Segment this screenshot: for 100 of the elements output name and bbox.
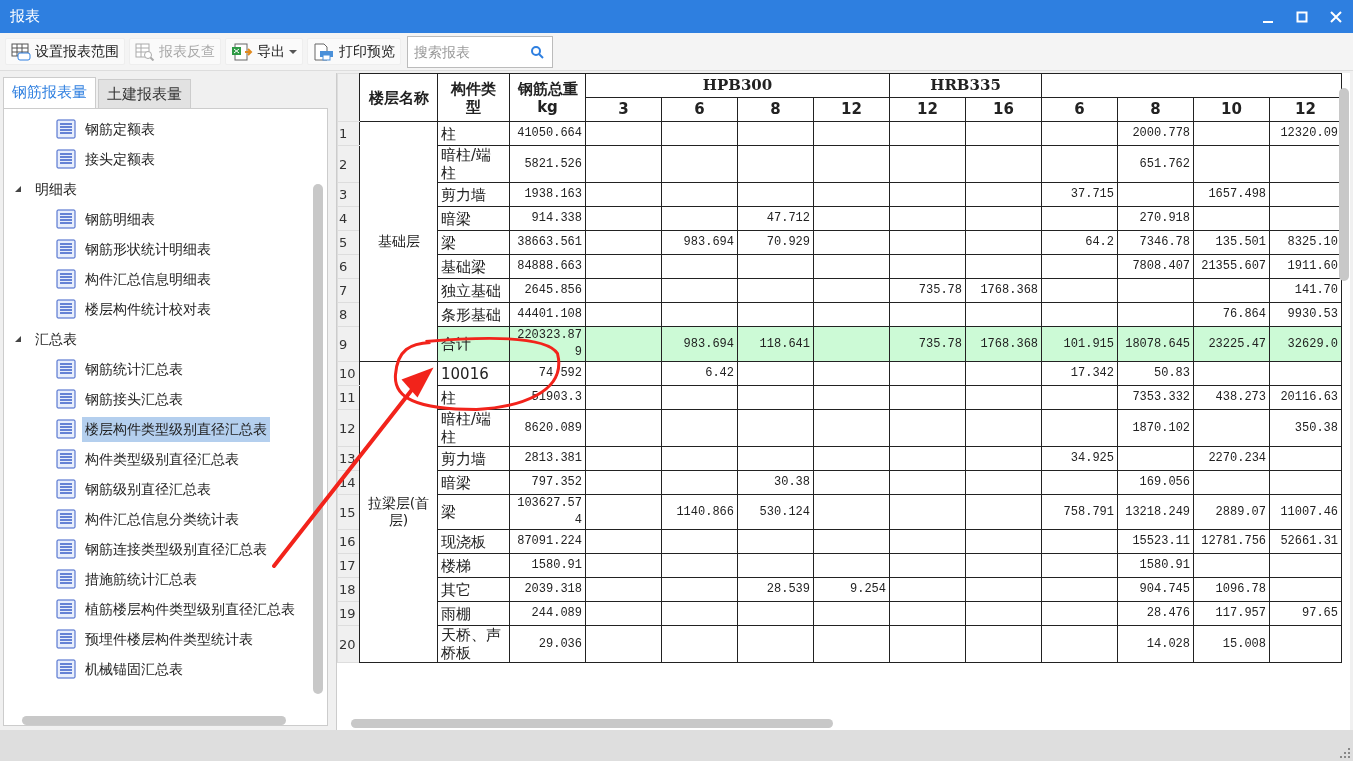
tab[interactable]: 土建报表量 [98, 78, 191, 108]
search-field[interactable]: 搜索报表 [407, 35, 553, 68]
table-cell: 暗柱/端柱 [437, 145, 510, 183]
table-cell: 2813.381 [509, 446, 586, 471]
tree-item[interactable]: 构件类型级别直径汇总表 [82, 446, 242, 472]
table-cell: 44401.108 [509, 302, 586, 327]
tree-item[interactable]: 预埋件楼层构件类型统计表 [82, 626, 256, 652]
row-number: 3 [337, 182, 360, 207]
tree-group-label[interactable]: 汇总表 [32, 326, 80, 352]
tree-item[interactable]: 机械锚固汇总表 [82, 656, 186, 682]
expanded-arrow-icon[interactable] [14, 185, 22, 193]
table-cell: 柱 [437, 385, 510, 410]
tree-item[interactable]: 钢筋接头汇总表 [82, 386, 186, 412]
toolbar-button[interactable]: 设置报表范围 [5, 38, 125, 65]
table-cell: 983.694 [661, 326, 738, 362]
table-cell: 6.42 [661, 361, 738, 386]
table-cell: 169.056 [1117, 470, 1194, 495]
table-cell: 117.957 [1193, 601, 1270, 626]
table-cell: 12781.756 [1193, 529, 1270, 554]
tree-item[interactable]: 钢筋形状统计明细表 [82, 236, 214, 262]
table-cell: 64.2 [1041, 230, 1118, 255]
table-cell: 135.501 [1193, 230, 1270, 255]
table-cell: 15.008 [1193, 625, 1270, 663]
row-number: 11 [337, 385, 360, 410]
tree-item[interactable]: 钢筋统计汇总表 [82, 356, 186, 382]
row-number: 16 [337, 529, 360, 554]
table-cell: 基础梁 [437, 254, 510, 279]
tab[interactable]: 钢筋报表量 [3, 77, 96, 108]
table-cell: 735.78 [889, 326, 966, 362]
tree-item[interactable]: 楼层构件类型级别直径汇总表 [82, 416, 270, 442]
row-number: 10 [337, 361, 360, 386]
vertical-scrollbar[interactable] [1339, 88, 1349, 281]
row-number: 17 [337, 553, 360, 578]
horizontal-scrollbar[interactable] [22, 716, 286, 725]
table-cell: 244.089 [509, 601, 586, 626]
row-number: 18 [337, 577, 360, 602]
table-cell: 41050.664 [509, 121, 586, 146]
window-title: 报表 [10, 6, 41, 28]
search-icon[interactable] [530, 44, 544, 59]
tree-item[interactable]: 钢筋级别直径汇总表 [82, 476, 214, 502]
column-header: 构件类型 [437, 73, 510, 122]
maximize-icon [1296, 10, 1308, 23]
column-header: 钢筋总重kg [509, 73, 586, 122]
tree-item[interactable]: 钢筋定额表 [82, 116, 158, 142]
table-cell: 暗梁 [437, 470, 510, 495]
table-cell: 21355.607 [1193, 254, 1270, 279]
table-cell: 23225.47 [1193, 326, 1270, 362]
row-number: 6 [337, 254, 360, 279]
tree-item[interactable]: 构件汇总信息明细表 [82, 266, 214, 292]
table-cell: 350.38 [1269, 409, 1342, 447]
table-cell: 条形基础 [437, 302, 510, 327]
report-icon [56, 299, 76, 319]
vertical-scrollbar[interactable] [313, 184, 323, 694]
row-number: 19 [337, 601, 360, 626]
table-cell: 758.791 [1041, 494, 1118, 530]
tree-item[interactable]: 植筋楼层构件类型级别直径汇总表 [82, 596, 298, 622]
table-cell: 7346.78 [1117, 230, 1194, 255]
tree-item[interactable]: 措施筋统计汇总表 [82, 566, 200, 592]
table-cell: 1096.78 [1193, 577, 1270, 602]
table-cell: 剪力墙 [437, 182, 510, 207]
table-cell: 32629.0 [1269, 326, 1342, 362]
row-number: 15 [337, 494, 360, 530]
toolbar-button[interactable]: 打印预览 [307, 38, 401, 65]
report-icon [56, 569, 76, 589]
tree-item[interactable]: 构件汇总信息分类统计表 [82, 506, 242, 532]
tree-item[interactable]: 钢筋明细表 [82, 206, 158, 232]
table-cell: 1580.91 [509, 553, 586, 578]
table-cell: 29.036 [509, 625, 586, 663]
resize-grip-icon[interactable] [1339, 747, 1351, 759]
report-icon [56, 509, 76, 529]
expanded-arrow-icon[interactable] [14, 335, 22, 343]
tree-item[interactable]: 楼层构件统计校对表 [82, 296, 214, 322]
table-cell: 10016 [437, 361, 510, 386]
table-cell: 50.83 [1117, 361, 1194, 386]
report-icon [56, 269, 76, 289]
spreadsheet-export-icon [231, 42, 253, 61]
report-icon [56, 359, 76, 379]
export-dropdown-button[interactable]: 导出 [225, 38, 303, 65]
table-cell: 暗柱/端柱 [437, 409, 510, 447]
table-cell: 270.918 [1117, 206, 1194, 231]
report-icon [56, 479, 76, 499]
tree-item[interactable]: 接头定额表 [82, 146, 158, 172]
tree-group-label[interactable]: 明细表 [32, 176, 80, 202]
table-cell: 118.641 [737, 326, 814, 362]
row-number: 4 [337, 206, 360, 231]
column-group-header: HRB335 [889, 73, 1042, 98]
table-cell: 9930.53 [1269, 302, 1342, 327]
table-cell: 101.915 [1041, 326, 1118, 362]
table-cell: 8620.089 [509, 409, 586, 447]
table-cell: 1938.163 [509, 182, 586, 207]
table-cell: 天桥、声桥板 [437, 625, 510, 663]
table-cell: 20116.63 [1269, 385, 1342, 410]
tree-item[interactable]: 钢筋连接类型级别直径汇总表 [82, 536, 270, 562]
report-icon [56, 419, 76, 439]
table-cell: 楼梯 [437, 553, 510, 578]
table-cell: 47.712 [737, 206, 814, 231]
table-cell: 1768.368 [965, 278, 1042, 303]
print-preview-icon [313, 42, 335, 61]
horizontal-scrollbar[interactable] [351, 719, 833, 728]
table-cell: 797.352 [509, 470, 586, 495]
